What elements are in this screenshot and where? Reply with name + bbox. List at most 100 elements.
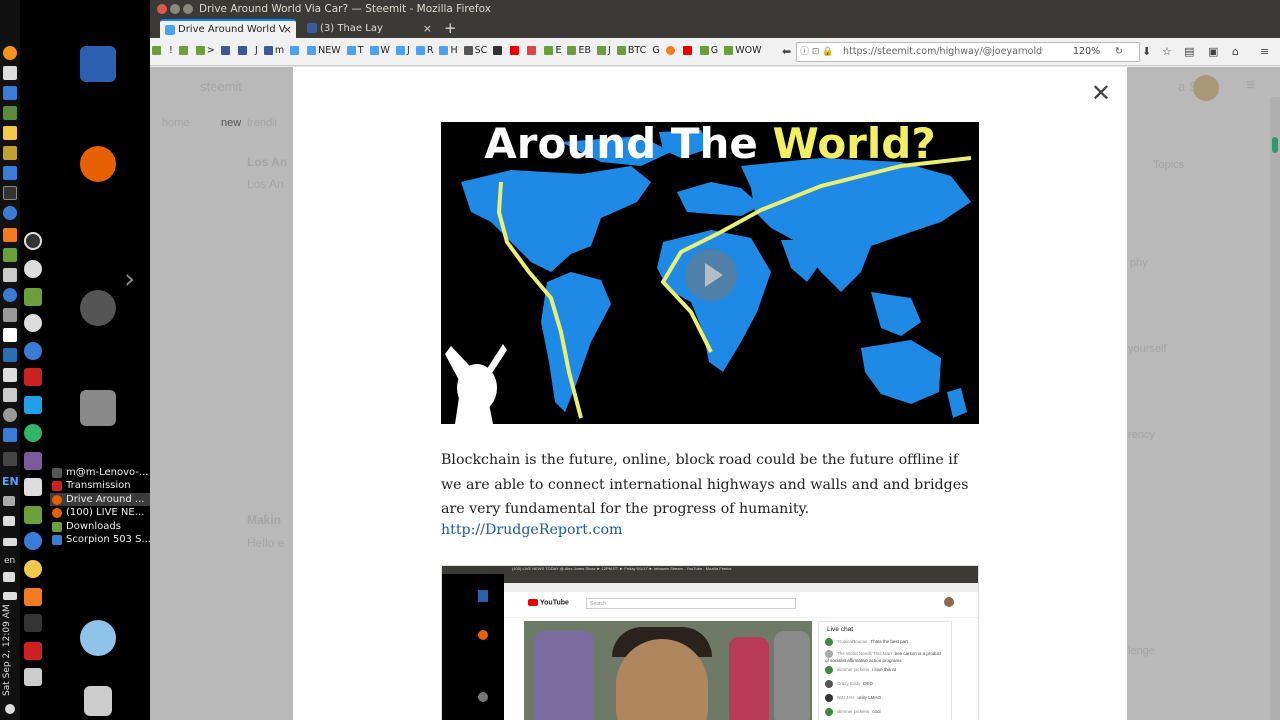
printer-icon[interactable] <box>3 368 17 382</box>
battery-icon[interactable] <box>3 538 17 546</box>
obs-icon[interactable] <box>24 232 42 250</box>
bookmark-item[interactable]: SC <box>463 45 487 56</box>
bookmark-item[interactable] <box>682 45 694 56</box>
close-icon[interactable]: ✕ <box>1091 81 1111 105</box>
filezilla-icon[interactable] <box>24 642 42 660</box>
window-item-live-news[interactable]: (100) LIVE NE... <box>50 506 150 519</box>
input-method[interactable]: en <box>4 556 15 566</box>
window-icon[interactable] <box>3 428 17 442</box>
bluetooth-icon[interactable] <box>3 452 17 466</box>
bitcoin-icon[interactable] <box>3 46 17 60</box>
grid-icon[interactable] <box>3 126 17 140</box>
zoom-level[interactable]: 120% <box>1073 43 1100 61</box>
app-icon[interactable] <box>24 260 42 278</box>
bookmark-item[interactable]: NEW <box>307 45 341 56</box>
sidebar-topic[interactable]: lenge <box>1128 645 1155 657</box>
download-icon[interactable]: ⬇ <box>1142 45 1151 58</box>
bookmark-item[interactable] <box>178 45 190 56</box>
bookmark-star-icon[interactable]: ☆ <box>1162 45 1172 58</box>
bookmark-item[interactable]: J <box>255 45 258 56</box>
nav-home[interactable]: home <box>162 117 190 129</box>
doge-icon[interactable] <box>24 560 42 578</box>
window-item-downloads[interactable]: Downloads <box>50 520 150 533</box>
tab-steemit[interactable]: Drive Around World V × <box>160 19 296 38</box>
bluetooth-icon[interactable] <box>24 614 42 632</box>
sidebar-topic[interactable]: yourself <box>1128 343 1167 355</box>
chrome-icon[interactable] <box>3 288 17 302</box>
usb-icon[interactable] <box>3 308 17 322</box>
minimize-window-button[interactable] <box>170 4 180 14</box>
bookmark-item[interactable]: G <box>652 45 659 56</box>
tab-facebook[interactable]: (3) Thae Lay × <box>302 19 436 38</box>
bookmark-item[interactable] <box>665 45 677 56</box>
sidebar-topic[interactable]: rency <box>1128 429 1155 441</box>
app-icon[interactable] <box>3 228 17 242</box>
ink-icon[interactable] <box>3 146 17 160</box>
player-icon[interactable] <box>3 206 17 220</box>
bookmark-item[interactable]: H <box>439 45 458 56</box>
close-tab-icon[interactable]: × <box>283 21 292 38</box>
home-icon[interactable]: ⌂ <box>1232 45 1239 58</box>
power-icon[interactable] <box>5 704 15 714</box>
mail-icon[interactable] <box>3 516 15 526</box>
calc-icon[interactable] <box>3 86 17 100</box>
trash-icon[interactable] <box>84 686 112 716</box>
window-icon[interactable] <box>3 166 17 180</box>
bookmark-item[interactable]: R <box>415 45 433 56</box>
bookmark-item[interactable]: W <box>369 45 390 56</box>
monitor-icon[interactable] <box>3 328 17 342</box>
bookmark-item[interactable]: T <box>346 45 364 56</box>
bookmark-item[interactable] <box>220 45 232 56</box>
bookmark-item[interactable] <box>527 45 538 56</box>
bookmark-item[interactable] <box>493 45 504 56</box>
library-icon[interactable]: ▤ <box>1184 45 1194 58</box>
folder-icon[interactable] <box>3 248 17 262</box>
wifi-icon[interactable] <box>3 496 15 506</box>
atom-icon[interactable] <box>24 342 42 360</box>
atom-icon[interactable] <box>24 532 42 550</box>
terminal-icon[interactable] <box>3 186 17 200</box>
close-window-button[interactable] <box>157 4 167 14</box>
window-item-terminal[interactable]: m@m-Lenovo-... <box>50 466 150 479</box>
url-bar[interactable]: ⓘ ⊡ 🔒 https://steemit.com/highway/@joeya… <box>796 42 1140 62</box>
bookmark-item[interactable]: WOW <box>724 45 761 56</box>
telegram-icon[interactable] <box>24 424 42 442</box>
bookmark-item[interactable]: EB <box>567 45 591 56</box>
maximize-window-button[interactable] <box>183 4 193 14</box>
burn-icon[interactable] <box>3 388 17 402</box>
filezilla-icon[interactable] <box>24 368 42 386</box>
bookmark-item[interactable]: G <box>699 45 718 56</box>
menu-icon[interactable]: ≡ <box>1260 45 1269 58</box>
file-manager-icon[interactable] <box>80 390 116 426</box>
steemit-logo[interactable]: steemit <box>200 79 242 94</box>
battery-icon[interactable] <box>3 592 17 600</box>
new-tab-button[interactable]: + <box>444 18 457 38</box>
disk-icon[interactable] <box>3 268 17 282</box>
bookmark-item[interactable] <box>510 45 521 56</box>
bookmark-item[interactable] <box>152 45 163 56</box>
window-item-drive-around[interactable]: Drive Around ... <box>50 492 150 507</box>
window-item-scorpion[interactable]: Scorpion 503 S... <box>50 533 150 546</box>
bookmark-item[interactable] <box>237 45 249 56</box>
nav-new[interactable]: new <box>221 117 241 129</box>
reload-icon[interactable]: ↻ <box>1115 43 1123 61</box>
url-text[interactable]: https://steemit.com/highway/@joeyarnoldv… <box>843 43 1043 61</box>
post-title[interactable]: Makin <box>247 513 281 527</box>
bookmark-item[interactable] <box>290 45 301 56</box>
volume-icon[interactable] <box>3 572 15 582</box>
avatar[interactable] <box>1193 75 1219 101</box>
bookmark-item[interactable]: J <box>597 45 611 56</box>
writer-icon[interactable] <box>80 46 116 82</box>
menu-icon[interactable]: ≡ <box>1246 77 1255 95</box>
bookmark-item[interactable]: ! <box>169 45 173 56</box>
app-icon[interactable] <box>24 288 42 306</box>
gear-icon[interactable] <box>3 408 17 422</box>
app-icon[interactable] <box>24 668 42 686</box>
user-icon[interactable] <box>80 620 116 656</box>
terminal-icon[interactable] <box>24 478 42 496</box>
drudge-report-link[interactable]: http://DrudgeReport.com <box>441 522 622 538</box>
scrollbar-thumb[interactable] <box>1272 137 1278 153</box>
chevron-right-icon[interactable]: › <box>124 262 135 295</box>
close-tab-icon[interactable]: × <box>423 19 432 38</box>
bookmark-item[interactable]: E <box>544 45 561 56</box>
